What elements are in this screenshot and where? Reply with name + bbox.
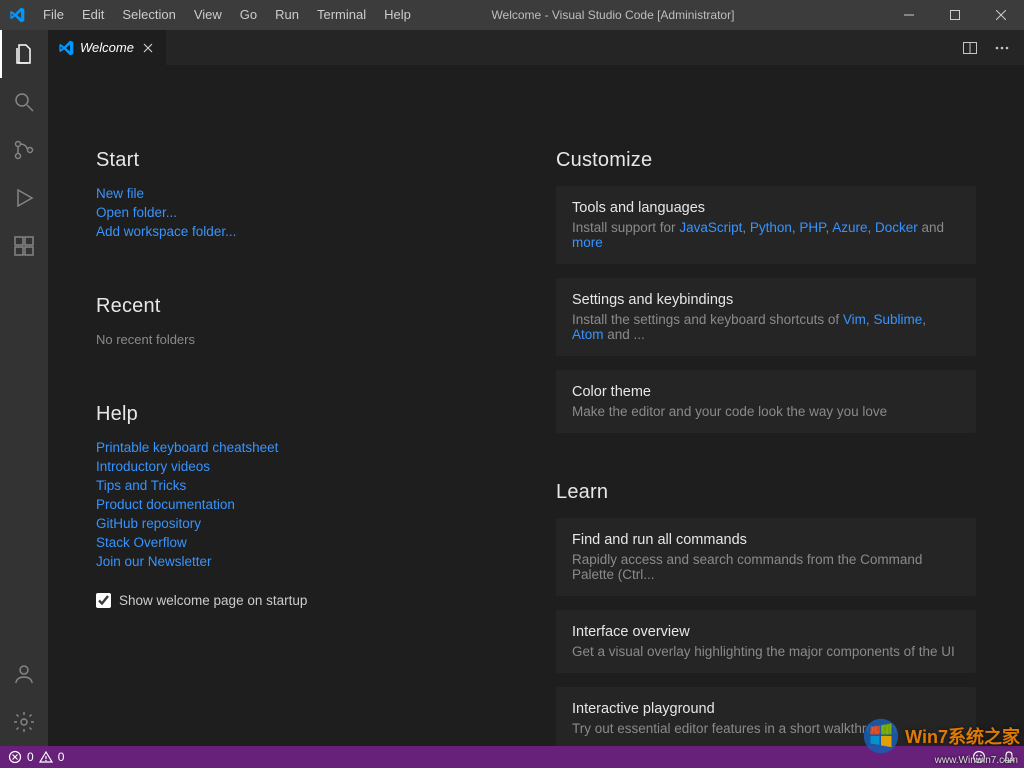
help-link-4[interactable]: GitHub repository xyxy=(96,516,516,531)
start-link-1[interactable]: Open folder... xyxy=(96,205,516,220)
watermark-url: www.Winwin7.com xyxy=(935,755,1018,766)
customize-card-1[interactable]: Settings and keybindings Install the sett… xyxy=(556,278,976,356)
start-heading: Start xyxy=(96,149,516,172)
recent-heading: Recent xyxy=(96,295,516,318)
source-control-icon[interactable] xyxy=(0,126,48,174)
help-link-6[interactable]: Join our Newsletter xyxy=(96,554,516,569)
help-link-5[interactable]: Stack Overflow xyxy=(96,535,516,550)
customize-card-link[interactable]: Azure xyxy=(832,220,867,235)
accounts-icon[interactable] xyxy=(0,650,48,698)
show-on-startup-checkbox[interactable]: Show welcome page on startup xyxy=(96,593,516,608)
show-on-startup-input[interactable] xyxy=(96,593,111,608)
welcome-page: Start New file Open folder... Add workspac… xyxy=(48,65,1024,746)
warning-icon xyxy=(39,750,53,764)
start-link-2[interactable]: Add workspace folder... xyxy=(96,224,516,239)
learn-card-title: Interactive playground xyxy=(572,701,960,717)
window-title: Welcome - Visual Studio Code [Administra… xyxy=(420,8,886,22)
customize-card-link[interactable]: PHP xyxy=(799,220,825,235)
customize-section: Customize Tools and languages Install sup… xyxy=(556,149,976,433)
split-editor-icon[interactable] xyxy=(956,34,984,62)
customize-card-0[interactable]: Tools and languages Install support for J… xyxy=(556,186,976,264)
help-link-1[interactable]: Introductory videos xyxy=(96,459,516,474)
customize-card-title: Color theme xyxy=(572,384,960,400)
start-link-0[interactable]: New file xyxy=(96,186,516,201)
customize-card-link[interactable]: Python xyxy=(750,220,792,235)
menubar: FileEditSelectionViewGoRunTerminalHelp xyxy=(34,0,420,30)
start-section: Start New file Open folder... Add workspac… xyxy=(96,149,516,239)
customize-card-link[interactable]: Atom xyxy=(572,327,604,342)
recent-empty-text: No recent folders xyxy=(96,332,516,347)
status-problems[interactable]: 0 0 xyxy=(0,746,72,768)
menu-file[interactable]: File xyxy=(34,0,73,30)
tab-close-icon[interactable] xyxy=(140,40,156,56)
error-count: 0 xyxy=(27,750,34,764)
help-section: Help Printable keyboard cheatsheet Introd… xyxy=(96,403,516,569)
settings-gear-icon[interactable] xyxy=(0,698,48,746)
run-debug-icon[interactable] xyxy=(0,174,48,222)
minimize-button[interactable] xyxy=(886,0,932,30)
tab-welcome[interactable]: Welcome xyxy=(48,30,167,65)
menu-view[interactable]: View xyxy=(185,0,231,30)
customize-card-link[interactable]: JavaScript xyxy=(679,220,742,235)
customize-card-desc: Install support for JavaScript, Python, … xyxy=(572,220,960,250)
customize-card-2[interactable]: Color theme Make the editor and your code… xyxy=(556,370,976,433)
customize-card-link[interactable]: more xyxy=(572,235,603,250)
customize-card-desc: Make the editor and your code look the w… xyxy=(572,404,960,419)
maximize-button[interactable] xyxy=(932,0,978,30)
titlebar: FileEditSelectionViewGoRunTerminalHelp W… xyxy=(0,0,1024,30)
status-bar: 0 0 xyxy=(0,746,1024,768)
learn-card-desc: Get a visual overlay highlighting the ma… xyxy=(572,644,960,659)
activity-bar xyxy=(0,30,48,746)
warning-count: 0 xyxy=(58,750,65,764)
recent-section: Recent No recent folders xyxy=(96,295,516,347)
window-controls xyxy=(886,0,1024,30)
menu-run[interactable]: Run xyxy=(266,0,308,30)
explorer-icon[interactable] xyxy=(0,30,48,78)
welcome-right-column: Customize Tools and languages Install sup… xyxy=(556,149,976,706)
more-actions-icon[interactable] xyxy=(988,34,1016,62)
close-button[interactable] xyxy=(978,0,1024,30)
customize-card-link[interactable]: Docker xyxy=(875,220,918,235)
customize-card-title: Tools and languages xyxy=(572,200,960,216)
menu-terminal[interactable]: Terminal xyxy=(308,0,375,30)
learn-card-desc: Try out essential editor features in a s… xyxy=(572,721,960,736)
learn-card-0[interactable]: Find and run all commands Rapidly access … xyxy=(556,518,976,596)
tab-bar: Welcome xyxy=(48,30,1024,65)
customize-card-link[interactable]: Sublime xyxy=(873,312,922,327)
learn-card-desc: Rapidly access and search commands from … xyxy=(572,552,960,582)
show-on-startup-label: Show welcome page on startup xyxy=(119,593,307,608)
vscode-file-icon xyxy=(58,40,74,56)
menu-go[interactable]: Go xyxy=(231,0,266,30)
customize-card-title: Settings and keybindings xyxy=(572,292,960,308)
help-heading: Help xyxy=(96,403,516,426)
error-icon xyxy=(8,750,22,764)
welcome-left-column: Start New file Open folder... Add workspac… xyxy=(96,149,516,706)
vscode-logo-icon xyxy=(0,7,34,23)
help-link-0[interactable]: Printable keyboard cheatsheet xyxy=(96,440,516,455)
editor-area: Welcome Start New fileOpen xyxy=(48,30,1024,746)
customize-card-link[interactable]: Vim xyxy=(843,312,866,327)
menu-help[interactable]: Help xyxy=(375,0,420,30)
customize-card-desc: Install the settings and keyboard shortc… xyxy=(572,312,960,342)
learn-card-2[interactable]: Interactive playground Try out essential … xyxy=(556,687,976,746)
learn-card-title: Find and run all commands xyxy=(572,532,960,548)
learn-card-title: Interface overview xyxy=(572,624,960,640)
search-icon[interactable] xyxy=(0,78,48,126)
menu-edit[interactable]: Edit xyxy=(73,0,113,30)
extensions-icon[interactable] xyxy=(0,222,48,270)
help-link-3[interactable]: Product documentation xyxy=(96,497,516,512)
learn-section: Learn Find and run all commands Rapidly a… xyxy=(556,481,976,746)
learn-card-1[interactable]: Interface overview Get a visual overlay h… xyxy=(556,610,976,673)
customize-heading: Customize xyxy=(556,149,976,172)
tab-label: Welcome xyxy=(80,40,134,55)
help-link-2[interactable]: Tips and Tricks xyxy=(96,478,516,493)
menu-selection[interactable]: Selection xyxy=(113,0,184,30)
learn-heading: Learn xyxy=(556,481,976,504)
